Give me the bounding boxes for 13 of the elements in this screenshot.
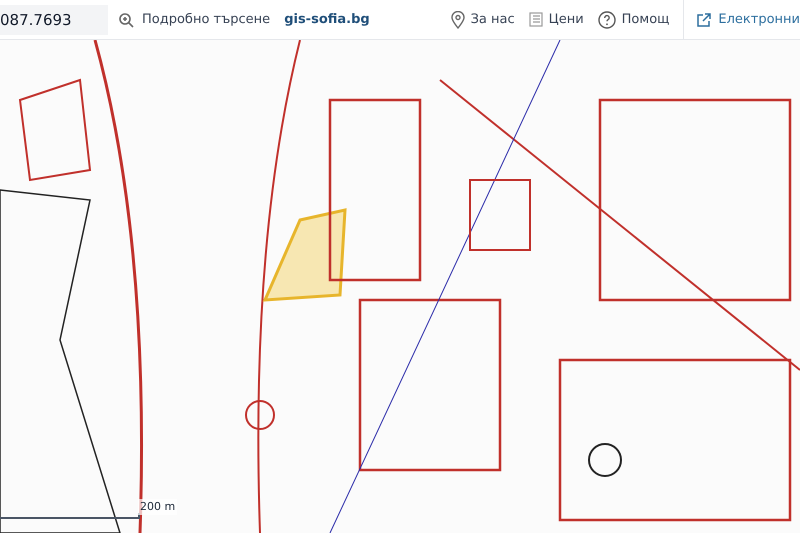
location-pin-icon xyxy=(450,10,465,28)
site-link[interactable]: gis-sofia.bg xyxy=(284,0,370,39)
prices-link[interactable]: Цени xyxy=(528,0,584,39)
search-field[interactable]: 087.7693 xyxy=(0,4,108,34)
about-link[interactable]: За нас xyxy=(450,0,515,39)
e-services-link[interactable]: Електронни xyxy=(684,0,800,39)
external-link-icon xyxy=(696,12,712,28)
document-list-icon xyxy=(528,12,543,27)
help-icon xyxy=(598,10,616,28)
advanced-search-link[interactable]: Подробно търсене xyxy=(118,0,270,39)
help-link[interactable]: Помощ xyxy=(598,0,684,39)
zoom-in-icon xyxy=(118,12,134,28)
scale-label: 200 m xyxy=(138,498,178,515)
